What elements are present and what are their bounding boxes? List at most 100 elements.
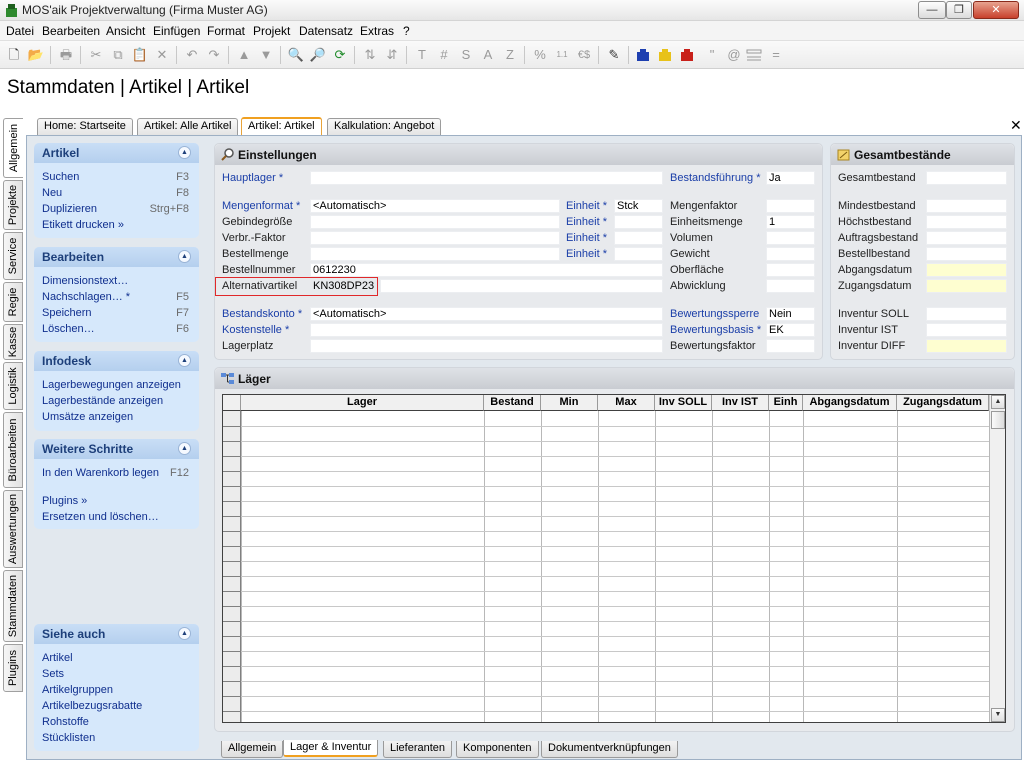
menu-ansicht[interactable]: Ansicht bbox=[106, 24, 145, 38]
vtab-plugins[interactable]: Plugins bbox=[3, 644, 23, 692]
mengenformat-field[interactable]: <Automatisch> bbox=[310, 199, 560, 213]
bottom-tab-komponenten[interactable]: Komponenten bbox=[456, 741, 539, 758]
inventur-diff-field[interactable] bbox=[926, 339, 1007, 353]
a-format-icon[interactable]: A bbox=[478, 45, 498, 65]
vtab-logistik[interactable]: Logistik bbox=[3, 362, 23, 410]
scroll-up-icon[interactable]: ▲ bbox=[991, 395, 1005, 409]
verbr-faktor-field[interactable] bbox=[310, 231, 560, 245]
mindestbestand-field[interactable] bbox=[926, 199, 1007, 213]
column-header-max[interactable]: Max bbox=[598, 395, 655, 411]
sidebar-link-etikett-drucken[interactable]: Etikett drucken » bbox=[42, 219, 124, 231]
edit-icon[interactable]: ✎ bbox=[604, 45, 624, 65]
sidebar-link-stuecklisten[interactable]: Stücklisten bbox=[42, 732, 95, 744]
vtab-projekte[interactable]: Projekte bbox=[3, 180, 23, 230]
print-icon[interactable]: 🖶 bbox=[56, 45, 76, 65]
search-icon[interactable]: 🔍 bbox=[286, 45, 306, 65]
sidebar-link-suchen[interactable]: Suchen bbox=[42, 171, 79, 183]
refresh-icon[interactable]: ⟳ bbox=[330, 45, 350, 65]
sidebar-link-warenkorb[interactable]: In den Warenkorb legen bbox=[42, 467, 159, 479]
maximize-button[interactable]: ❐ bbox=[946, 1, 972, 19]
decimal-icon[interactable]: 1.1 bbox=[552, 45, 572, 65]
scroll-thumb[interactable] bbox=[991, 411, 1005, 429]
column-header-lager[interactable]: Lager bbox=[241, 395, 484, 411]
mengenfaktor-field[interactable] bbox=[766, 199, 815, 213]
tab-home-startseite[interactable]: Home: Startseite bbox=[37, 118, 133, 135]
plugin-yellow-icon[interactable] bbox=[658, 48, 672, 62]
vtab-service[interactable]: Service bbox=[3, 232, 23, 280]
vtab-stammdaten[interactable]: Stammdaten bbox=[3, 570, 23, 642]
hoechstbestand-field[interactable] bbox=[926, 215, 1007, 229]
sidebar-link-artikelgruppen[interactable]: Artikelgruppen bbox=[42, 684, 113, 696]
sidebar-panel-header[interactable]: Weitere Schritte ▲ bbox=[34, 439, 199, 459]
zugangsdatum-field[interactable] bbox=[926, 279, 1007, 293]
sidebar-link-artikelbezugsrabatte[interactable]: Artikelbezugsrabatte bbox=[42, 700, 142, 712]
sidebar-link-sets[interactable]: Sets bbox=[42, 668, 64, 680]
einheit-3-field[interactable] bbox=[614, 231, 663, 245]
menu-datei[interactable]: Datei bbox=[6, 24, 34, 38]
number-format-icon[interactable]: # bbox=[434, 45, 454, 65]
percent-icon[interactable]: % bbox=[530, 45, 550, 65]
bewertungssperre-field[interactable]: Nein bbox=[766, 307, 815, 321]
menu-einfuegen[interactable]: Einfügen bbox=[153, 24, 200, 38]
sidebar-link-plugins[interactable]: Plugins » bbox=[42, 495, 87, 507]
bottom-tab-lager-inventur[interactable]: Lager & Inventur bbox=[283, 740, 379, 757]
move-down-icon[interactable]: ▼ bbox=[256, 45, 276, 65]
copy-icon[interactable]: ⧉ bbox=[108, 45, 128, 65]
collapse-icon[interactable]: ▲ bbox=[178, 146, 191, 159]
vtab-bueroarbeiten[interactable]: Büroarbeiten bbox=[3, 412, 23, 488]
sidebar-panel-header[interactable]: Artikel ▲ bbox=[34, 143, 199, 163]
sidebar-link-artikel[interactable]: Artikel bbox=[42, 652, 73, 664]
move-up-icon[interactable]: ▲ bbox=[234, 45, 254, 65]
quote-icon[interactable]: " bbox=[702, 45, 722, 65]
alternativartikel-extension-field[interactable] bbox=[380, 279, 663, 293]
collapse-icon[interactable]: ▲ bbox=[178, 627, 191, 640]
delete-icon[interactable]: ✕ bbox=[152, 45, 172, 65]
tab-kalkulation-angebot[interactable]: Kalkulation: Angebot bbox=[327, 118, 442, 135]
vtab-allgemein[interactable]: Allgemein bbox=[3, 118, 23, 178]
bestellmenge-field[interactable] bbox=[310, 247, 560, 261]
sidebar-link-lagerbestaende[interactable]: Lagerbestände anzeigen bbox=[42, 395, 163, 407]
bestellnummer-field[interactable]: 0612230 bbox=[310, 263, 663, 277]
bewertungsfaktor-field[interactable] bbox=[766, 339, 815, 353]
auftragsbestand-field[interactable] bbox=[926, 231, 1007, 245]
sidebar-link-nachschlagen[interactable]: Nachschlagen… * bbox=[42, 291, 130, 303]
bewertungsbasis-field[interactable]: EK bbox=[766, 323, 815, 337]
paste-icon[interactable]: 📋 bbox=[130, 45, 150, 65]
menu-help[interactable]: ? bbox=[403, 24, 410, 38]
vertical-scrollbar[interactable]: ▲ ▼ bbox=[989, 395, 1005, 722]
einheit-4-field[interactable] bbox=[614, 247, 663, 261]
inventur-soll-field[interactable] bbox=[926, 307, 1007, 321]
vtab-kasse[interactable]: Kasse bbox=[3, 324, 23, 360]
column-header-inv-soll[interactable]: Inv SOLL bbox=[655, 395, 712, 411]
close-document-icon[interactable]: ✕ bbox=[1010, 117, 1022, 134]
gesamtbestand-field[interactable] bbox=[926, 171, 1007, 185]
plugin-red-icon[interactable] bbox=[680, 48, 694, 62]
menu-projekt[interactable]: Projekt bbox=[253, 24, 290, 38]
field-icon[interactable] bbox=[746, 49, 762, 61]
volumen-field[interactable] bbox=[766, 231, 815, 245]
collapse-icon[interactable]: ▲ bbox=[178, 250, 191, 263]
bottom-tab-dokumentverknuepfungen[interactable]: Dokumentverknüpfungen bbox=[541, 741, 678, 758]
lagerplatz-field[interactable] bbox=[310, 339, 663, 353]
laeger-table[interactable]: Lager Bestand Min Max Inv SOLL Inv IST E… bbox=[222, 394, 1006, 723]
sidebar-panel-header[interactable]: Bearbeiten ▲ bbox=[34, 247, 199, 267]
collapse-icon[interactable]: ▲ bbox=[178, 442, 191, 455]
z-format-icon[interactable]: Z bbox=[500, 45, 520, 65]
scroll-down-icon[interactable]: ▼ bbox=[991, 708, 1005, 722]
sidebar-panel-header[interactable]: Infodesk ▲ bbox=[34, 351, 199, 371]
sidebar-panel-header[interactable]: Siehe auch ▲ bbox=[34, 624, 199, 644]
sidebar-link-lagerbewegungen[interactable]: Lagerbewegungen anzeigen bbox=[42, 379, 181, 391]
sidebar-link-loeschen[interactable]: Löschen… bbox=[42, 323, 95, 335]
row-selector-column[interactable] bbox=[223, 411, 241, 722]
vtab-regie[interactable]: Regie bbox=[3, 282, 23, 322]
at-icon[interactable]: @ bbox=[724, 45, 744, 65]
menu-extras[interactable]: Extras bbox=[360, 24, 394, 38]
close-window-button[interactable]: ✕ bbox=[973, 1, 1019, 19]
bestandskonto-field[interactable]: <Automatisch> bbox=[310, 307, 663, 321]
bottom-tab-allgemein[interactable]: Allgemein bbox=[221, 741, 284, 758]
undo-icon[interactable]: ↶ bbox=[182, 45, 202, 65]
einheit-2-field[interactable] bbox=[614, 215, 663, 229]
sidebar-link-speichern[interactable]: Speichern bbox=[42, 307, 92, 319]
einheitsmenge-field[interactable]: 1 bbox=[766, 215, 815, 229]
s-format-icon[interactable]: S bbox=[456, 45, 476, 65]
